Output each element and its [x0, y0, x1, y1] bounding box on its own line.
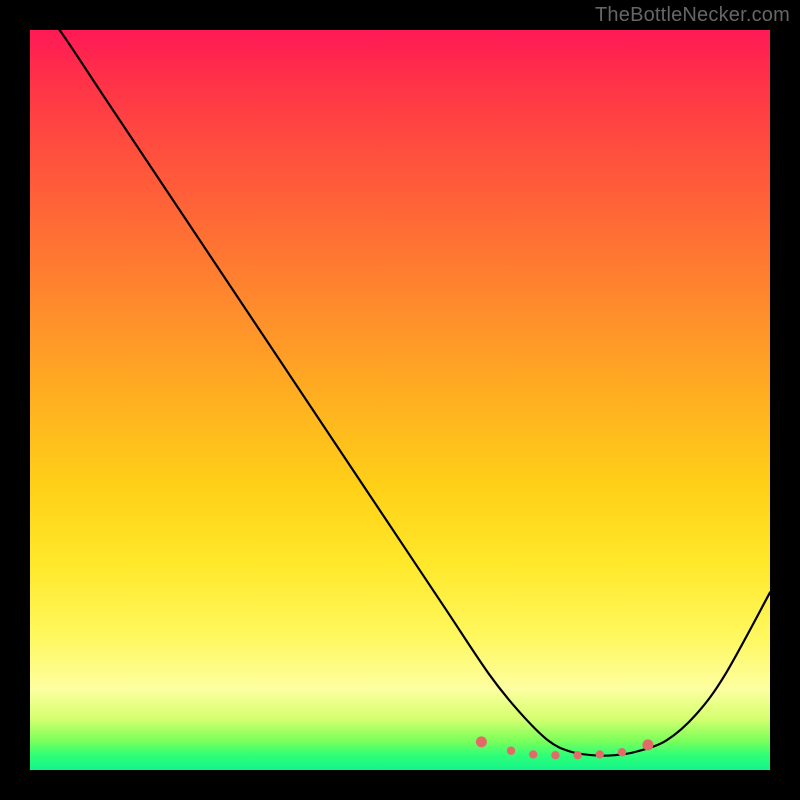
chart-stage: TheBottleNecker.com	[0, 0, 800, 800]
plot-area	[30, 30, 770, 770]
heat-gradient	[30, 30, 770, 770]
watermark-text: TheBottleNecker.com	[595, 4, 790, 27]
